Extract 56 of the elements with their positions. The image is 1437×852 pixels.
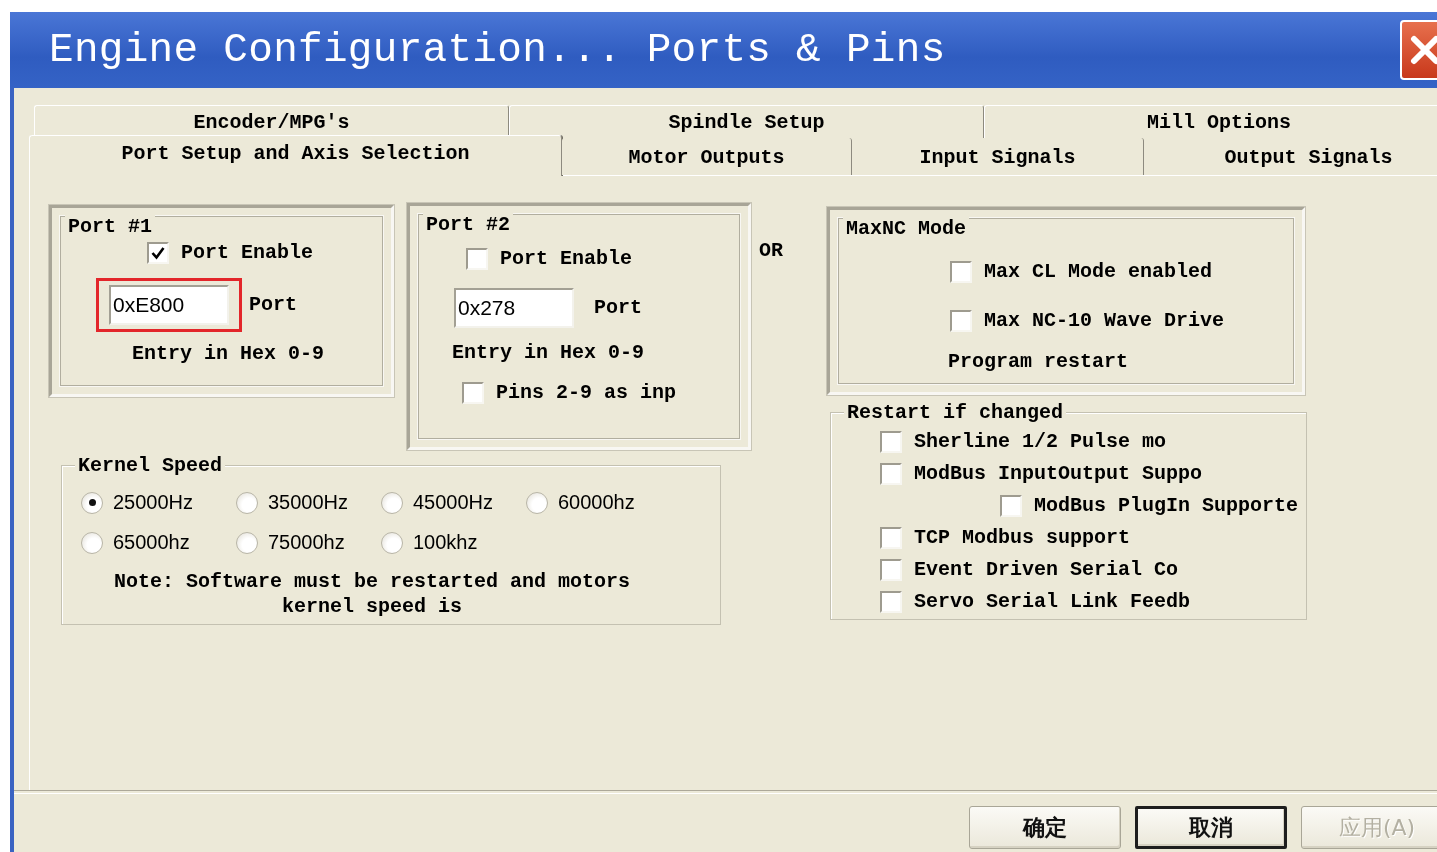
or-label: OR <box>759 239 783 263</box>
hint-text: Entry in Hex 0-9 <box>452 341 645 365</box>
radio-label[interactable]: 60000hz <box>558 491 635 514</box>
radio-button[interactable] <box>81 531 103 554</box>
checkbox[interactable] <box>147 241 169 264</box>
radio-button[interactable] <box>236 531 258 554</box>
radio-button[interactable] <box>81 491 103 514</box>
checkbox-label[interactable]: ModBus PlugIn Supporte <box>1034 494 1299 517</box>
radio-label[interactable]: 65000hz <box>113 531 190 554</box>
checkbox[interactable] <box>462 381 484 404</box>
checkbox[interactable] <box>950 309 972 332</box>
checkbox-label[interactable]: Port Enable <box>500 247 633 270</box>
radio-label[interactable]: 35000Hz <box>268 491 349 514</box>
radio-button[interactable] <box>526 491 548 514</box>
window-title: Engine Configuration... Ports & Pins <box>49 27 946 73</box>
radio-label[interactable]: 100khz <box>413 531 478 554</box>
checkbox[interactable] <box>1000 494 1022 517</box>
radio-label[interactable]: 45000Hz <box>413 491 494 514</box>
checkbox-label[interactable]: Max NC-10 Wave Drive <box>984 309 1225 332</box>
field-label: Port <box>594 296 642 320</box>
checkbox-label[interactable]: Port Enable <box>181 241 314 264</box>
checkbox[interactable] <box>466 247 488 270</box>
dialog-button[interactable]: 确定 <box>969 806 1121 849</box>
tab[interactable]: Mill Options <box>984 105 1437 138</box>
checkbox[interactable] <box>950 260 972 283</box>
close-icon <box>1410 35 1437 65</box>
checkbox[interactable] <box>880 430 902 453</box>
note-text: Note: Software must be restarted and motors kernel speed is <box>112 569 632 619</box>
radio-label[interactable]: 25000Hz <box>113 491 194 514</box>
checkbox[interactable] <box>880 462 902 485</box>
group-title: Kernel Speed <box>75 454 226 478</box>
field-label: Port <box>249 293 297 317</box>
tab[interactable]: Port Setup and Axis Selection <box>29 135 562 176</box>
input-field[interactable]: 0xE800 <box>109 285 229 325</box>
input-field[interactable]: 0x278 <box>454 288 574 328</box>
checkbox-label[interactable]: ModBus InputOutput Suppo <box>914 462 1203 485</box>
checkbox[interactable] <box>880 558 902 581</box>
dialog-button[interactable]: 取消 <box>1135 806 1287 849</box>
checkbox-label[interactable]: Event Driven Serial Co <box>914 558 1179 581</box>
radio-button[interactable] <box>381 531 403 554</box>
checkbox-label[interactable]: Max CL Mode enabled <box>984 260 1213 283</box>
tab[interactable]: Motor Outputs <box>562 138 852 175</box>
hint-text: Entry in Hex 0-9 <box>132 342 325 366</box>
radio-button[interactable] <box>381 491 403 514</box>
close-button[interactable] <box>1400 20 1437 80</box>
group-title: Restart if changed <box>844 401 1067 425</box>
note-text: Program restart <box>948 350 1129 374</box>
radio-button[interactable] <box>236 491 258 514</box>
radio-label[interactable]: 75000hz <box>268 531 345 554</box>
tab[interactable]: Spindle Setup <box>509 105 984 138</box>
checkbox-label[interactable]: TCP Modbus support <box>914 526 1131 549</box>
checkbox[interactable] <box>880 590 902 613</box>
checkbox-label[interactable]: Sherline 1/2 Pulse mo <box>914 430 1167 453</box>
checkbox-label[interactable]: Pins 2-9 as inp <box>496 381 677 404</box>
checkbox[interactable] <box>880 526 902 549</box>
checkbox-label[interactable]: Servo Serial Link Feedb <box>914 590 1191 613</box>
